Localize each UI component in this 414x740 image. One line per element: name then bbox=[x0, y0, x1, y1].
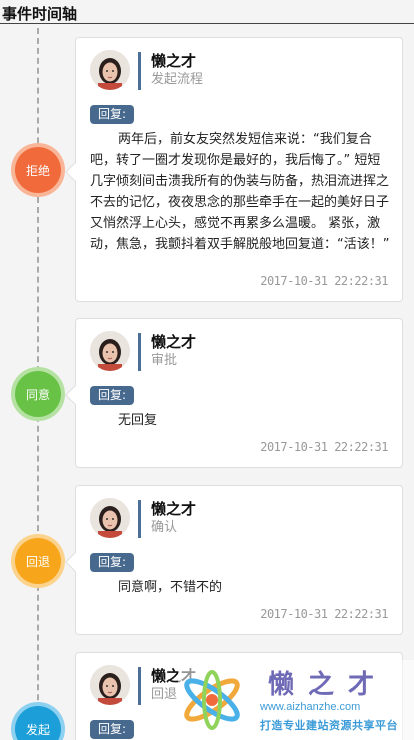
aizhanzhe-logo-icon bbox=[184, 670, 240, 730]
watermark-url: www.aizhanzhe.com bbox=[260, 701, 361, 713]
timeline-card: 懒之才 审批 回复: 无回复 2017-10-31 22:22:31 bbox=[65, 318, 403, 468]
user-avatar-icon bbox=[90, 665, 130, 705]
reply-badge: 回复: bbox=[90, 386, 134, 405]
user-name: 懒之才 bbox=[151, 333, 197, 351]
reply-text: 无回复 bbox=[118, 413, 158, 428]
user-avatar-icon bbox=[90, 498, 130, 538]
action-name: 确认 bbox=[151, 520, 178, 535]
timestamp: 2017-10-31 22:22:31 bbox=[260, 607, 388, 621]
user-avatar-icon bbox=[90, 50, 130, 90]
status-node-approved: 同意 bbox=[15, 371, 61, 417]
user-name: 懒之才 bbox=[151, 500, 197, 518]
user-info: 懒之才 审批 bbox=[138, 333, 196, 371]
reply-badge: 回复: bbox=[90, 105, 134, 124]
action-name: 发起流程 bbox=[151, 72, 204, 87]
user-info: 懒之才 发起流程 bbox=[138, 52, 203, 90]
status-node-returned: 回退 bbox=[15, 538, 61, 584]
user-info: 懒之才 确认 bbox=[138, 500, 196, 538]
reply-text: 同意啊，不错不的 bbox=[118, 580, 223, 595]
card-pointer bbox=[65, 385, 85, 405]
timestamp: 2017-10-31 22:22:31 bbox=[260, 274, 388, 288]
status-node-rejected: 拒绝 bbox=[15, 147, 61, 193]
watermark-title: 懒之才 bbox=[268, 670, 389, 700]
reply-badge: 回复: bbox=[90, 720, 134, 739]
timeline-card: 懒之才 确认 回复: 同意啊，不错不的 2017-10-31 22:22:31 bbox=[65, 485, 403, 635]
reply-text: 两年后，前女友突然发短信来说：“我们复合吧，转了一圈才发现你是最好的，我后悔了。… bbox=[90, 132, 390, 252]
reply-badge: 回复: bbox=[90, 553, 134, 572]
card-pointer bbox=[65, 552, 85, 572]
page-title: 事件时间轴 bbox=[0, 0, 414, 24]
watermark-slogan: 打造专业建站资源共享平台 bbox=[260, 719, 398, 732]
card-pointer bbox=[65, 162, 85, 182]
timestamp: 2017-10-31 22:22:31 bbox=[260, 440, 388, 454]
status-node-initiated: 发起 bbox=[15, 706, 61, 740]
action-name: 审批 bbox=[151, 353, 178, 368]
watermark: 懒之才 www.aizhanzhe.com 打造专业建站资源共享平台 bbox=[178, 660, 414, 740]
timeline-card: 懒之才 发起流程 回复: 两年后，前女友突然发短信来说：“我们复合吧，转了一圈才… bbox=[65, 37, 403, 302]
user-name: 懒之才 bbox=[151, 52, 197, 70]
user-avatar-icon bbox=[90, 331, 130, 371]
